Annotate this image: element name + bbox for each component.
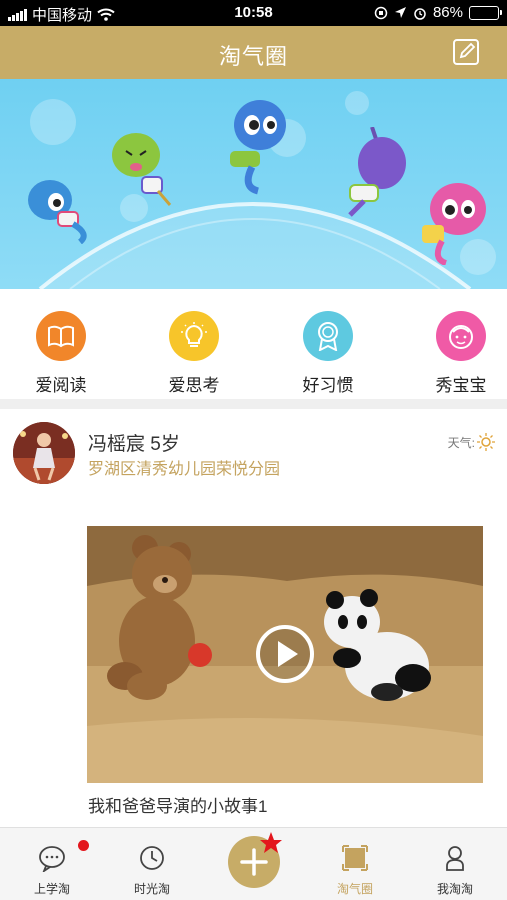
location-icon [394, 7, 406, 18]
tab-label: 我淘淘 [436, 882, 473, 896]
tab-label: 时光淘 [133, 882, 170, 896]
app-header: 淘气圈 [0, 26, 507, 79]
seahorse-purple-icon [348, 127, 406, 217]
category-reading[interactable]: 爱阅读 [16, 311, 106, 396]
notification-badge [78, 840, 89, 851]
sun-icon [477, 433, 495, 451]
square-frame-icon [342, 845, 368, 871]
seahorse-blue-center-icon [230, 100, 286, 195]
tab-profile[interactable]: 我淘淘 [415, 844, 495, 897]
red-ball [188, 643, 212, 667]
add-post-button[interactable] [228, 832, 282, 888]
seahorse-green-icon [112, 133, 172, 206]
chat-bubble-icon [39, 846, 65, 874]
edit-icon[interactable] [451, 37, 481, 67]
baby-face-icon [436, 311, 486, 361]
tab-label: 淘气圈 [336, 882, 373, 896]
page-title: 淘气圈 [218, 44, 288, 69]
tab-circle[interactable]: 淘气圈 [315, 844, 395, 897]
category-label: 爱阅读 [35, 376, 87, 395]
tab-timeline[interactable]: 时光淘 [112, 844, 192, 897]
clock-icon [140, 846, 164, 870]
tab-label: 上学淘 [33, 882, 70, 896]
play-icon[interactable] [255, 624, 315, 684]
book-icon [36, 311, 86, 361]
section-divider [0, 399, 507, 409]
category-label: 秀宝宝 [435, 376, 487, 395]
promo-banner[interactable] [0, 79, 507, 289]
tab-school[interactable]: 上学淘 [12, 844, 92, 897]
category-label: 好习惯 [302, 376, 354, 395]
category-label: 爱思考 [168, 376, 220, 395]
video-player[interactable] [87, 526, 483, 783]
post-caption: 我和爸爸导演的小故事1 [88, 797, 268, 816]
school-name: 罗湖区清秀幼儿园荣悦分园 [88, 461, 281, 478]
seahorse-blue-small-icon [28, 180, 87, 244]
rotation-lock-icon [374, 6, 388, 19]
weather-label: 天气: [447, 435, 475, 450]
category-show-baby[interactable]: 秀宝宝 [416, 311, 506, 396]
avatar[interactable] [13, 422, 75, 484]
bottom-tab-bar: 上学淘 时光淘 淘气圈 我淘淘 [0, 827, 507, 900]
seahorse-pink-icon [422, 183, 486, 265]
medal-icon [303, 311, 353, 361]
category-thinking[interactable]: 爱思考 [149, 311, 239, 396]
author-name: 冯榣宸 5岁 [88, 434, 180, 455]
person-icon [446, 846, 464, 871]
weather-indicator: 天气: [448, 433, 495, 451]
star-icon [260, 832, 282, 853]
category-row: 爱阅读 爱思考 好习惯 秀宝宝 [0, 289, 507, 399]
category-habits[interactable]: 好习惯 [283, 311, 373, 396]
battery-percent: 86% [432, 4, 463, 21]
battery-icon [469, 5, 502, 20]
alarm-icon [414, 7, 426, 20]
feed-post: 冯榣宸 5岁 罗湖区清秀幼儿园荣悦分园 天气: 我和爸爸导演的小故事1 [0, 409, 507, 827]
status-bar: 中国移动 10:58 86% [0, 0, 507, 26]
lightbulb-icon [169, 311, 219, 361]
